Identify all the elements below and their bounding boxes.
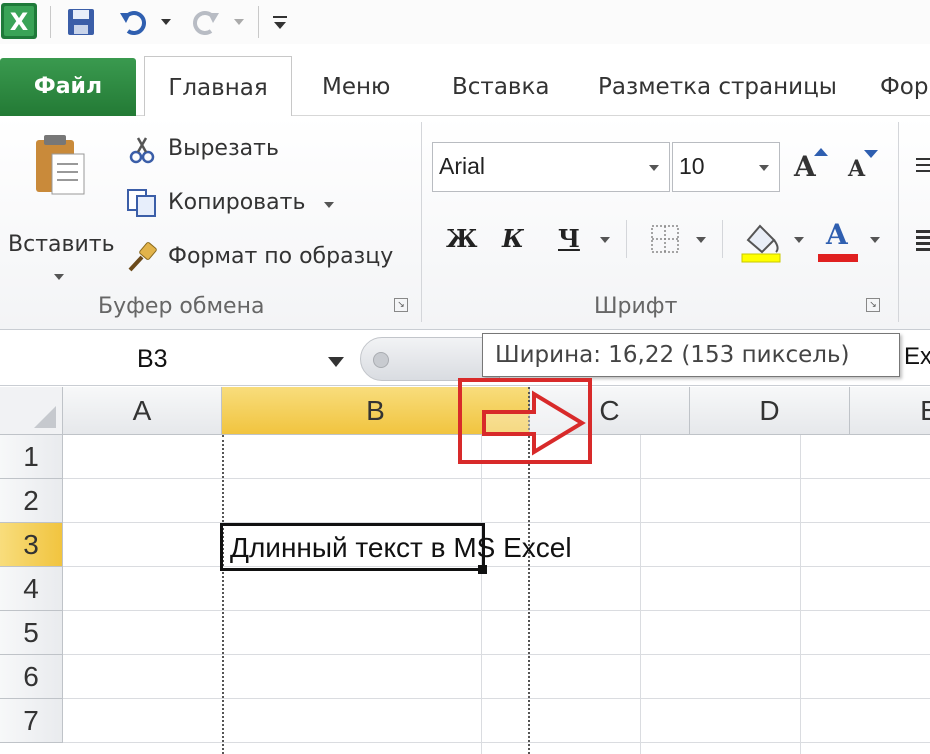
bold-label: Ж [446, 224, 478, 253]
column-header-d[interactable]: D [690, 387, 850, 435]
italic-button[interactable]: К [496, 220, 532, 260]
font-color-dropdown-arrow[interactable] [870, 237, 880, 243]
font-color-button[interactable]: A [816, 218, 860, 264]
font-size-combo[interactable]: 10 [672, 142, 780, 192]
paste-clipboard-icon [36, 135, 85, 195]
formula-input[interactable]: Ex [904, 343, 930, 371]
tab-formulas[interactable]: Фор [880, 74, 928, 100]
copy-label: Копировать [168, 190, 306, 215]
handle-dot-icon [373, 352, 389, 368]
floppy-save-icon [68, 9, 94, 35]
shrink-font-button[interactable]: A [846, 146, 886, 186]
name-box[interactable]: B3 [0, 337, 355, 381]
active-cell-border [220, 523, 485, 571]
grow-font-icon: A [794, 150, 816, 183]
copy-icon [127, 189, 156, 217]
customize-toolbar-icon [273, 16, 287, 29]
font-name-combo[interactable]: Arial [432, 142, 670, 192]
page-break-line [222, 435, 224, 754]
align-top-button[interactable] [912, 156, 930, 176]
underline-label: Ч [558, 224, 580, 253]
paste-button[interactable]: Вставить [6, 130, 115, 280]
cut-button[interactable]: Вырезать [124, 132, 294, 168]
fill-handle[interactable] [478, 565, 487, 574]
align-left-icon [916, 230, 930, 251]
annotation-arrow-icon [482, 390, 586, 456]
copy-dropdown-arrow[interactable] [324, 202, 334, 208]
paste-label: Вставить [8, 232, 115, 257]
borders-button[interactable] [648, 222, 682, 256]
row-header-1[interactable]: 1 [0, 435, 63, 479]
tab-page-layout[interactable]: Разметка страницы [598, 74, 837, 100]
row-header-4[interactable]: 4 [0, 567, 63, 611]
tab-file[interactable]: Файл [0, 58, 136, 116]
format-painter-button[interactable]: Формат по образцу [124, 240, 414, 276]
borders-dropdown-arrow[interactable] [696, 237, 706, 243]
borders-icon [651, 225, 679, 253]
row-header-2[interactable]: 2 [0, 479, 63, 523]
fill-color-dropdown-arrow[interactable] [794, 237, 804, 243]
font-name-dropdown-arrow[interactable] [649, 165, 659, 171]
bold-button[interactable]: Ж [440, 220, 478, 260]
fill-color-button[interactable] [740, 218, 784, 264]
tab-home[interactable]: Главная [144, 56, 292, 117]
customize-toolbar-button[interactable] [270, 12, 290, 32]
clipboard-dialog-launcher[interactable]: ↘ [394, 298, 408, 312]
align-lines-icon [916, 158, 930, 172]
undo-arrow-icon [120, 11, 146, 35]
formula-bar-resize-handle[interactable] [360, 337, 500, 381]
ribbon-home: Вставить Вырезать Копировать Формат по о… [0, 116, 930, 330]
clipboard-group-label: Буфер обмена [98, 294, 265, 319]
paste-dropdown-arrow[interactable] [54, 274, 64, 280]
column-header-e[interactable]: E [850, 387, 930, 435]
quick-access-toolbar: X [0, 0, 930, 44]
row-header-7[interactable]: 7 [0, 699, 63, 743]
font-name-value: Arial [439, 153, 486, 179]
paint-bucket-icon [741, 224, 781, 263]
align-left-button[interactable] [912, 228, 930, 252]
copy-button[interactable]: Копировать [124, 186, 344, 222]
name-box-dropdown-arrow[interactable] [328, 357, 344, 367]
undo-button[interactable] [118, 7, 150, 37]
shrink-font-icon: A [848, 156, 866, 182]
font-color-icon: A [826, 218, 848, 251]
format-painter-label: Формат по образцу [168, 244, 394, 269]
grow-font-button[interactable]: A [792, 146, 832, 186]
save-button[interactable] [66, 7, 96, 37]
tab-insert[interactable]: Вставка [452, 74, 549, 100]
redo-button[interactable] [189, 7, 221, 37]
ribbon-tabs: Файл Главная Меню Вставка Разметка стран… [0, 44, 930, 117]
paintbrush-icon [128, 242, 157, 272]
redo-arrow-icon [193, 11, 219, 35]
row-header-5[interactable]: 5 [0, 611, 63, 655]
scissors-icon [129, 137, 155, 164]
font-size-value: 10 [679, 153, 705, 179]
svg-text:X: X [10, 8, 29, 36]
name-box-value: B3 [137, 345, 168, 373]
select-all-button[interactable] [0, 387, 63, 435]
cut-label: Вырезать [168, 136, 279, 161]
font-size-dropdown-arrow[interactable] [759, 165, 769, 171]
column-width-tooltip: Ширина: 16,22 (153 пиксель) [482, 333, 900, 377]
redo-dropdown-arrow[interactable] [234, 19, 244, 25]
tab-menu[interactable]: Меню [322, 74, 390, 100]
undo-dropdown-arrow[interactable] [161, 19, 171, 25]
underline-dropdown-arrow[interactable] [600, 237, 610, 243]
font-group-label: Шрифт [594, 294, 678, 319]
column-header-a[interactable]: A [63, 387, 222, 435]
italic-label: К [502, 224, 524, 253]
row-header-6[interactable]: 6 [0, 655, 63, 699]
row-header-3[interactable]: 3 [0, 523, 63, 567]
font-dialog-launcher[interactable]: ↘ [866, 298, 880, 312]
underline-button[interactable]: Ч [552, 220, 588, 260]
excel-logo-icon: X [0, 2, 38, 40]
